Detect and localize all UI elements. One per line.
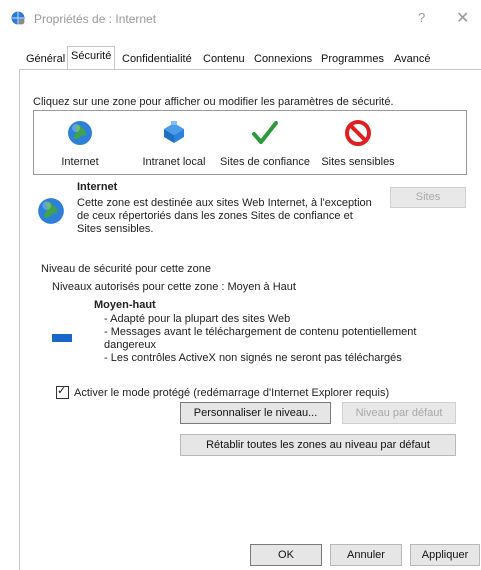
security-level-slider[interactable] [52, 334, 72, 342]
zone-label: Intranet local [142, 156, 206, 168]
reset-all-zones-label: Rétablir toutes les zones au niveau par … [206, 439, 430, 451]
allowed-levels: Niveaux autorisés pour cette zone : Moye… [52, 281, 296, 293]
zone-title: Internet [77, 181, 118, 193]
cancel-button[interactable]: Annuler [330, 544, 402, 566]
protected-mode-label: Activer le mode protégé (redémarrage d'I… [74, 386, 390, 399]
zone-label: Sites de confiance [220, 156, 310, 168]
level-name: Moyen-haut [94, 299, 156, 311]
title-bar: Propriétés de : Internet ? ✕ [0, 0, 481, 34]
globe-icon [68, 121, 92, 145]
network-icon [164, 121, 184, 143]
zone-sites-sensibles[interactable]: Sites sensibles [320, 119, 396, 168]
tab-general[interactable]: Général [23, 50, 68, 68]
close-button[interactable]: ✕ [456, 8, 469, 28]
reset-all-zones-button[interactable]: Rétablir toutes les zones au niveau par … [180, 434, 456, 456]
checkmark-icon [252, 121, 278, 144]
default-level-label: Niveau par défaut [355, 407, 443, 419]
level-bullet: - Messages avant le téléchargement de co… [104, 326, 417, 351]
tab-connexions[interactable]: Connexions [251, 50, 315, 68]
apply-label: Appliquer [421, 549, 469, 561]
apply-button[interactable]: Appliquer [410, 544, 480, 566]
level-description: - Adapté pour la plupart des sites Web -… [104, 313, 434, 365]
level-bullet: - Adapté pour la plupart des sites Web [104, 313, 291, 325]
cancel-label: Annuler [347, 549, 385, 561]
zone-instruction: Cliquez sur une zone pour afficher ou mo… [33, 96, 394, 108]
customize-level-button[interactable]: Personnaliser le niveau... [180, 402, 331, 424]
tab-avance[interactable]: Avancé [391, 50, 434, 68]
ok-button[interactable]: OK [250, 544, 322, 566]
default-level-button[interactable]: Niveau par défaut [342, 402, 456, 424]
customize-level-label: Personnaliser le niveau... [193, 407, 318, 419]
zone-sites-de-confiance[interactable]: Sites de confiance [220, 119, 310, 168]
protected-mode-row[interactable]: Activer le mode protégé (redémarrage d'I… [56, 384, 390, 399]
window-title: Propriétés de : Internet [34, 12, 157, 26]
zone-list: Internet Intranet local Sites de confian… [33, 110, 467, 175]
tab-securite[interactable]: Sécurité [67, 46, 116, 69]
tab-confidentialite[interactable]: Confidentialité [119, 50, 195, 68]
sites-button[interactable]: Sites [390, 187, 466, 208]
help-button[interactable]: ? [418, 10, 425, 25]
zone-label: Internet [61, 156, 99, 168]
zone-description: Cette zone est destinée aux sites Web In… [77, 197, 372, 235]
zone-label: Sites sensibles [321, 156, 395, 168]
protected-mode-checkbox[interactable] [56, 384, 69, 399]
blocked-icon [345, 120, 371, 146]
internet-options-icon [11, 11, 25, 25]
sites-button-label: Sites [415, 191, 441, 203]
tab-contenu[interactable]: Contenu [200, 50, 248, 68]
security-level-title: Niveau de sécurité pour cette zone [41, 263, 211, 275]
ok-label: OK [278, 549, 294, 561]
globe-icon [38, 198, 64, 224]
level-bullet: - Les contrôles ActiveX non signés ne se… [104, 352, 402, 364]
zone-internet[interactable]: Internet [48, 119, 112, 168]
tab-programmes[interactable]: Programmes [318, 50, 387, 68]
zone-intranet-local[interactable]: Intranet local [136, 119, 212, 168]
